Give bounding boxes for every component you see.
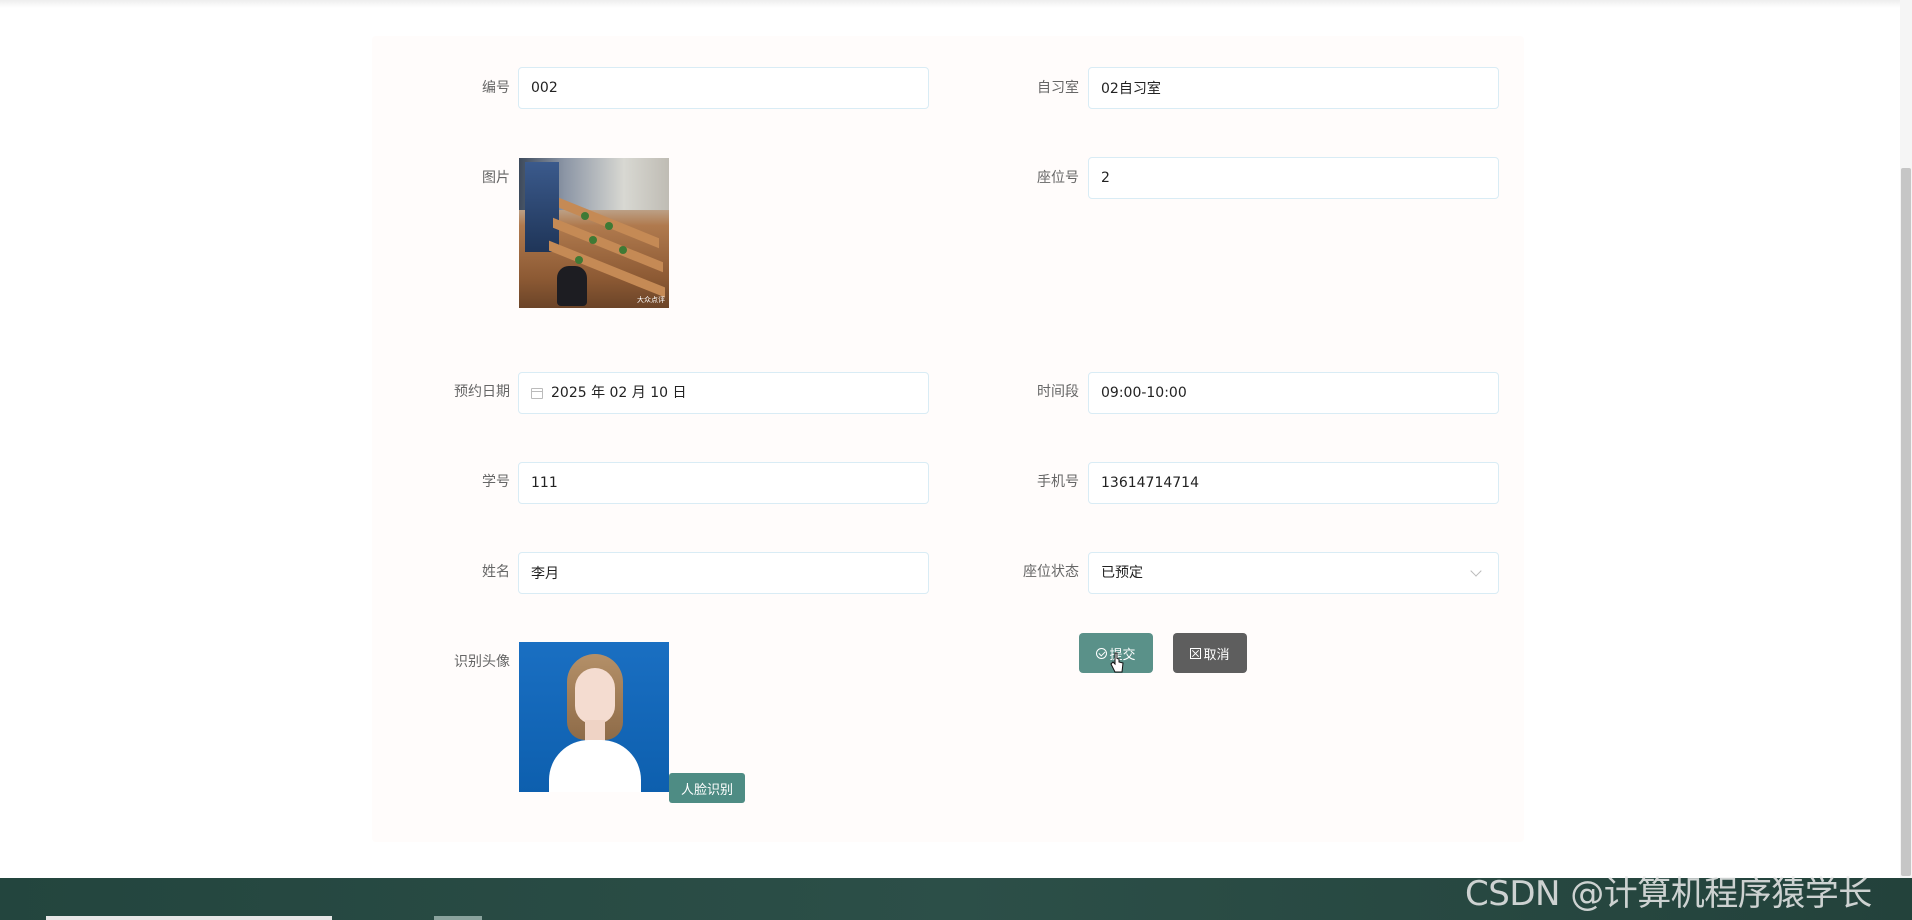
cancel-label: 取消 bbox=[1203, 647, 1230, 663]
photo-face bbox=[575, 668, 615, 724]
time-slot-label: 时间段 bbox=[1037, 384, 1079, 400]
photo-plant bbox=[605, 222, 613, 230]
calendar-icon bbox=[531, 387, 543, 399]
image-label: 图片 bbox=[482, 170, 510, 186]
csdn-watermark: CSDN @计算机程序猿学长 bbox=[1465, 874, 1872, 914]
phone-input[interactable] bbox=[1088, 462, 1499, 504]
photo-plant bbox=[619, 246, 627, 254]
photo-plant bbox=[575, 256, 583, 264]
student-id-label: 学号 bbox=[482, 474, 510, 490]
phone-label: 手机号 bbox=[1037, 474, 1079, 490]
footer-tab[interactable] bbox=[46, 916, 332, 920]
number-input[interactable] bbox=[518, 67, 929, 109]
face-photo[interactable] bbox=[519, 642, 669, 792]
close-square-icon bbox=[1190, 647, 1202, 659]
photo-plant bbox=[581, 212, 589, 220]
seat-no-input[interactable] bbox=[1088, 157, 1499, 199]
seat-status-select[interactable]: 已预定 bbox=[1088, 552, 1499, 594]
seat-status-value: 已预定 bbox=[1101, 565, 1143, 581]
study-room-photo[interactable]: 大众点评 bbox=[519, 158, 669, 308]
student-id-input[interactable] bbox=[518, 462, 929, 504]
photo-watermark: 大众点评 bbox=[637, 296, 665, 304]
number-label: 编号 bbox=[482, 80, 510, 96]
scrollbar-thumb[interactable] bbox=[1901, 168, 1911, 876]
time-slot-input[interactable] bbox=[1088, 372, 1499, 414]
study-room-input[interactable] bbox=[1088, 67, 1499, 109]
cancel-button[interactable]: 取消 bbox=[1173, 633, 1247, 673]
face-image-label: 识别头像 bbox=[454, 654, 510, 670]
check-circle-icon bbox=[1096, 647, 1108, 659]
photo-window bbox=[525, 162, 559, 252]
booking-date-value: 2025 年 02 月 10 日 bbox=[551, 385, 687, 401]
name-input[interactable] bbox=[518, 552, 929, 594]
photo-shirt bbox=[549, 740, 641, 792]
seat-status-label: 座位状态 bbox=[1023, 564, 1079, 580]
name-label: 姓名 bbox=[482, 564, 510, 580]
booking-date-picker[interactable]: 2025 年 02 月 10 日 bbox=[518, 372, 929, 414]
booking-date-label: 预约日期 bbox=[454, 384, 510, 400]
hand-cursor-icon bbox=[1110, 652, 1124, 673]
footer-tab[interactable] bbox=[434, 916, 482, 920]
top-shade bbox=[0, 0, 1912, 8]
face-recognition-button[interactable]: 人脸识别 bbox=[669, 773, 745, 803]
photo-plant bbox=[589, 236, 597, 244]
chevron-down-icon bbox=[1470, 565, 1482, 577]
seat-no-label: 座位号 bbox=[1037, 170, 1079, 186]
study-room-label: 自习室 bbox=[1037, 80, 1079, 96]
photo-person bbox=[557, 266, 587, 306]
